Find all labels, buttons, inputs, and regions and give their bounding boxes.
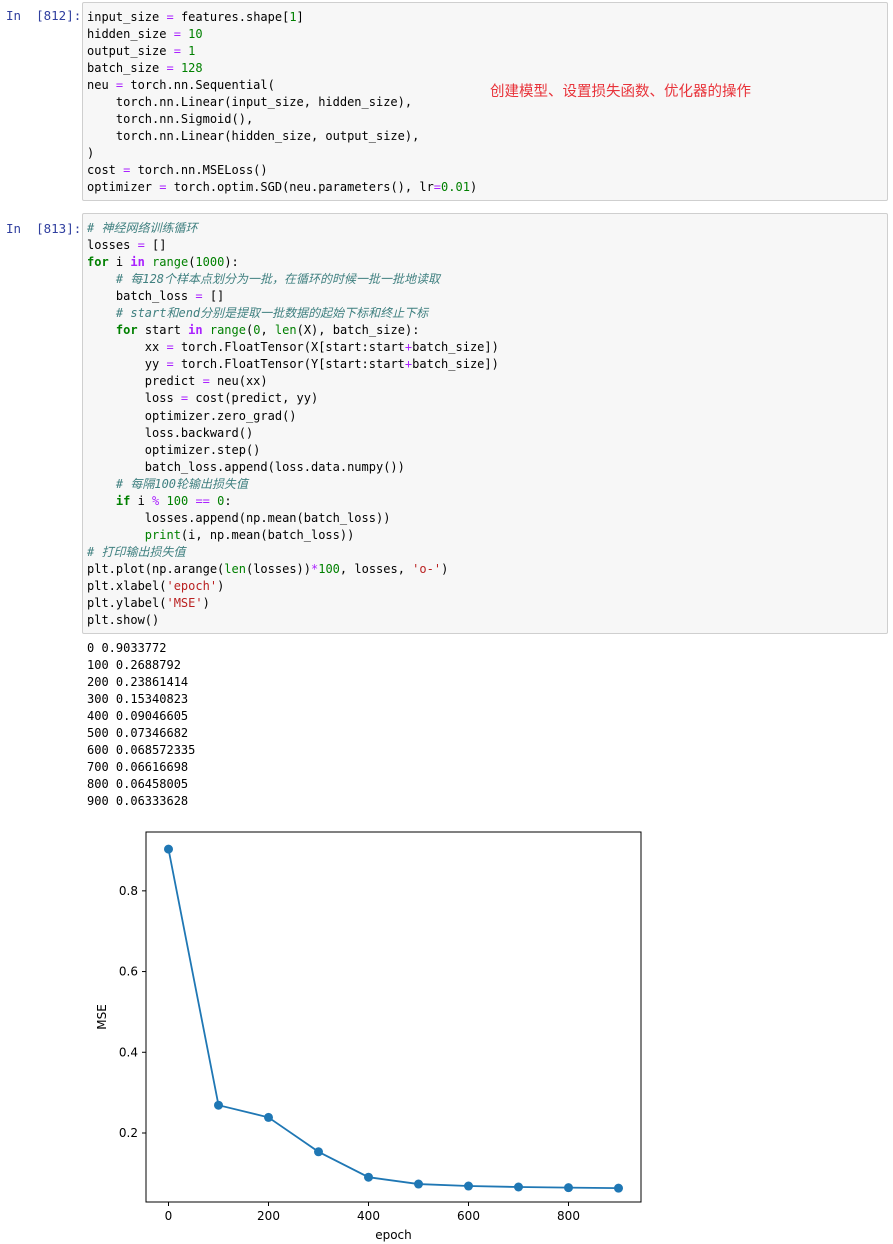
code-line: torch.nn.Sigmoid(), bbox=[87, 112, 254, 127]
data-point bbox=[364, 1172, 373, 1182]
data-point bbox=[514, 1182, 523, 1192]
y-tick-label: 0.4 bbox=[119, 1045, 138, 1059]
code-line: losses.append(np.mean(batch_loss)) bbox=[87, 510, 391, 525]
code-line: # 每128个样本点划分为一批，在循环的时候一批一批地读取 bbox=[115, 272, 441, 287]
y-tick-label: 0.6 bbox=[119, 965, 138, 979]
code-line: optimizer = torch.optim.SGD(neu.paramete… bbox=[87, 180, 478, 195]
code-line: optimizer.zero_grad() bbox=[87, 408, 297, 423]
output-line: 200 0.23861414 bbox=[87, 675, 189, 690]
output-line: 800 0.06458005 bbox=[87, 777, 189, 792]
code-line: if i % 100 == 0: bbox=[115, 493, 232, 508]
code-editor-813[interactable]: # 神经网络训练循环 losses = [] for i in range(1000… bbox=[83, 214, 887, 629]
code-cell-813[interactable]: # 神经网络训练循环 losses = [] for i in range(1000… bbox=[82, 213, 888, 634]
code-cell-812[interactable]: input_size = features.shape[1] hidden_siz… bbox=[82, 2, 888, 201]
code-line: torch.nn.Linear(hidden_size, output_size… bbox=[87, 129, 420, 144]
data-point bbox=[314, 1147, 323, 1157]
code-line: ) bbox=[87, 146, 95, 161]
data-point bbox=[614, 1183, 623, 1193]
data-point bbox=[564, 1183, 573, 1193]
x-axis-label: epoch bbox=[375, 1228, 412, 1242]
code-line: plt.ylabel('MSE') bbox=[87, 596, 210, 611]
data-point bbox=[214, 1100, 223, 1110]
cell-prompt-812: In [812]: bbox=[6, 8, 82, 23]
code-line: cost = torch.nn.MSELoss() bbox=[87, 163, 268, 178]
data-point bbox=[414, 1179, 423, 1189]
output-line: 500 0.07346682 bbox=[87, 726, 189, 741]
code-line: neu = torch.nn.Sequential( bbox=[87, 78, 275, 93]
code-editor-812[interactable]: input_size = features.shape[1] hidden_siz… bbox=[83, 3, 887, 197]
code-line: for start in range(0, len(X), batch_size… bbox=[115, 323, 420, 338]
code-line: plt.plot(np.arange(len(losses))*100, los… bbox=[87, 561, 449, 576]
code-line: torch.nn.Linear(input_size, hidden_size)… bbox=[87, 95, 413, 110]
plot-frame bbox=[145, 831, 642, 1203]
output-line: 300 0.15340823 bbox=[87, 692, 189, 707]
x-tick-label: 0 bbox=[165, 1209, 173, 1223]
code-line: print(i, np.mean(batch_loss)) bbox=[144, 527, 355, 542]
y-tick-label: 0.8 bbox=[119, 884, 138, 898]
code-line: yy = torch.FloatTensor(Y[start:start+bat… bbox=[87, 357, 499, 372]
cell-output-text: 0 0.9033772 100 0.2688792 200 0.23861414 30… bbox=[87, 640, 195, 810]
output-line: 900 0.06333628 bbox=[87, 794, 189, 809]
output-line: 700 0.06616698 bbox=[87, 760, 189, 775]
output-line: 0 0.9033772 bbox=[87, 641, 167, 655]
code-line: # 每隔100轮输出损失值 bbox=[115, 476, 249, 491]
code-line: loss.backward() bbox=[87, 425, 254, 440]
code-line: # 打印输出损失值 bbox=[87, 544, 186, 559]
x-tick-label: 200 bbox=[257, 1209, 280, 1223]
code-line: # start和end分别是提取一批数据的起始下标和终止下标 bbox=[115, 306, 429, 321]
data-point bbox=[464, 1181, 473, 1191]
x-tick-label: 800 bbox=[557, 1209, 580, 1223]
code-line: # 神经网络训练循环 bbox=[87, 221, 198, 235]
code-line: output_size = 1 bbox=[87, 44, 196, 59]
x-tick-label: 600 bbox=[457, 1209, 480, 1223]
loss-chart: 0 200 400 600 800 0.2 0.4 0.6 0.8 epoch MSE bbox=[95, 831, 642, 1242]
code-line: xx = torch.FloatTensor(X[start:start+bat… bbox=[87, 340, 499, 355]
code-line: for i in range(1000): bbox=[87, 255, 239, 270]
code-line: optimizer.step() bbox=[87, 442, 261, 457]
code-line: predict = neu(xx) bbox=[87, 374, 268, 389]
code-line: input_size = features.shape[1] bbox=[87, 10, 304, 24]
code-line: batch_loss.append(loss.data.numpy()) bbox=[87, 459, 405, 474]
output-line: 400 0.09046605 bbox=[87, 709, 189, 724]
output-line: 100 0.2688792 bbox=[87, 658, 181, 673]
cell-prompt-813: In [813]: bbox=[6, 221, 82, 236]
code-line: batch_size = 128 bbox=[87, 61, 203, 76]
annotation-note: 创建模型、设置损失函数、优化器的操作 bbox=[490, 84, 751, 100]
data-point bbox=[264, 1112, 273, 1122]
data-point bbox=[164, 844, 173, 854]
y-tick-label: 0.2 bbox=[119, 1126, 138, 1140]
y-axis-label: MSE bbox=[95, 1004, 109, 1030]
code-line: loss = cost(predict, yy) bbox=[87, 391, 319, 406]
code-line: plt.show() bbox=[87, 613, 160, 628]
code-line: batch_loss = [] bbox=[87, 289, 225, 304]
x-tick-label: 400 bbox=[357, 1209, 380, 1223]
code-line: losses = [] bbox=[87, 238, 167, 253]
code-line: hidden_size = 10 bbox=[87, 27, 203, 42]
output-line: 600 0.068572335 bbox=[87, 743, 196, 758]
code-line: plt.xlabel('epoch') bbox=[87, 578, 225, 593]
